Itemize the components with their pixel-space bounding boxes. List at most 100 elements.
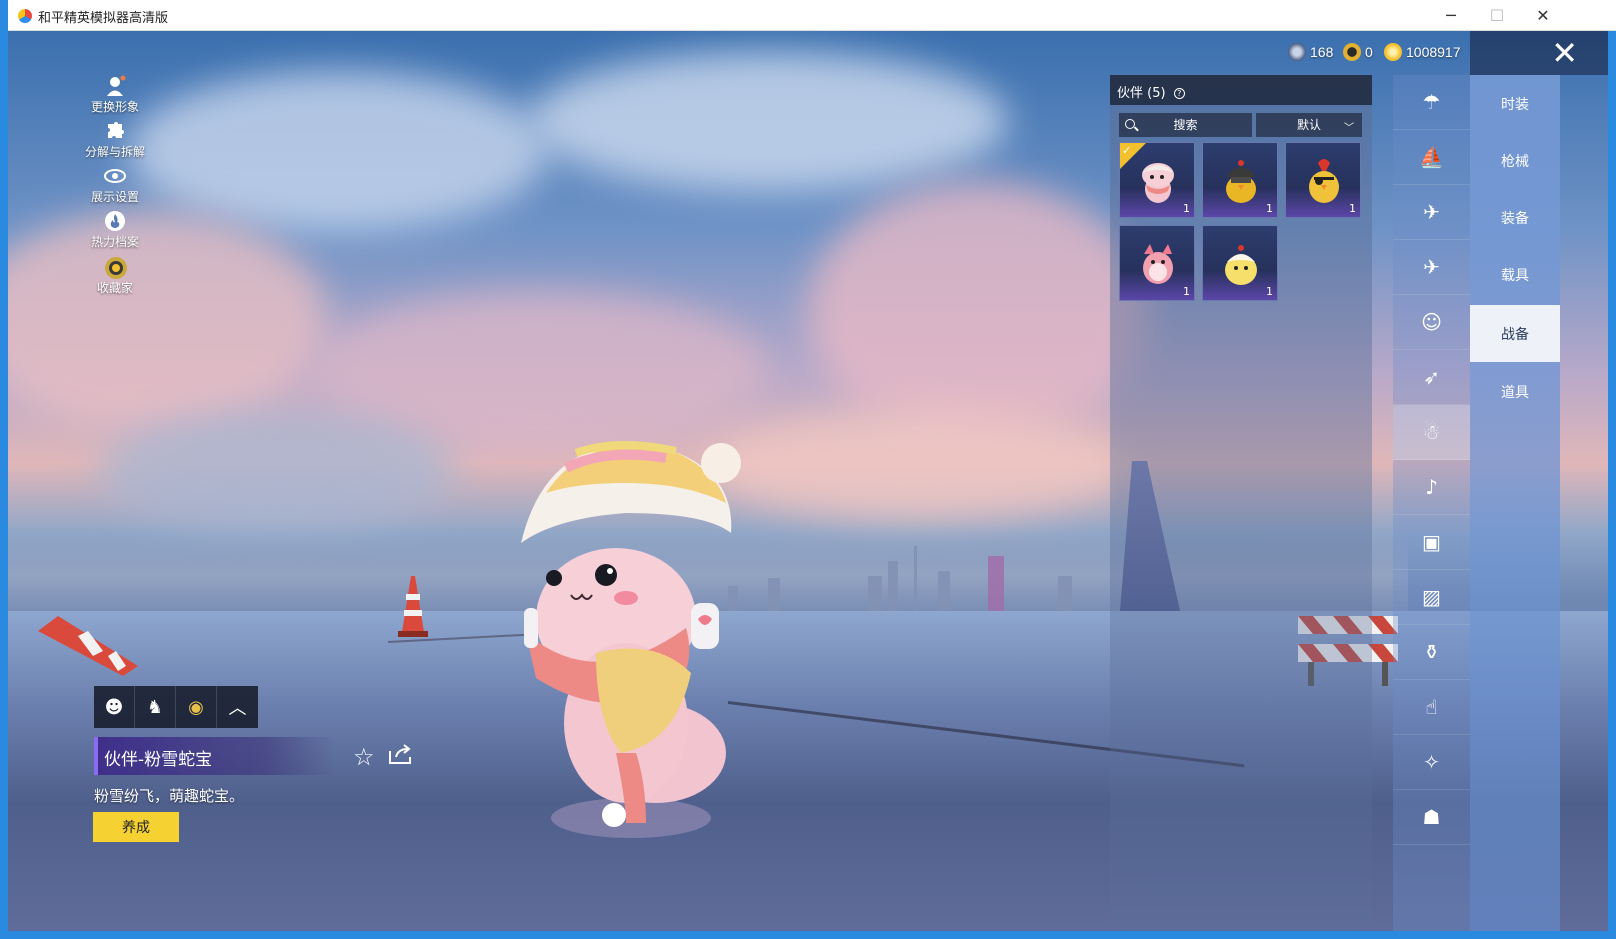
subcat-plane[interactable]: ✈ [1393, 240, 1470, 295]
emote-button[interactable]: ☻ [94, 686, 135, 728]
cloud [708, 411, 1128, 521]
pose-button[interactable]: ♞ [135, 686, 176, 728]
coin-display-button[interactable]: ◉ [176, 686, 217, 728]
subcat-boat[interactable]: ⛵ [1393, 130, 1470, 185]
raise-button[interactable]: 养成 [93, 812, 179, 842]
search-input[interactable]: 搜索 [1119, 113, 1252, 137]
category-fashion[interactable]: 时装 [1470, 75, 1560, 132]
window-close-button[interactable]: ✕ [1520, 0, 1566, 30]
slot-count: 1 [1183, 285, 1190, 298]
subcat-hand[interactable]: ☝ [1393, 680, 1470, 735]
item-name: 伙伴-粉雪蛇宝 [104, 750, 213, 770]
decompose-label: 分解与拆解 [84, 145, 145, 159]
cloud [98, 411, 458, 531]
help-icon[interactable]: ? [1173, 88, 1185, 99]
subcat-glider[interactable]: ➶ [1393, 350, 1470, 405]
subcat-parachute[interactable]: ☂ [1393, 75, 1470, 130]
item-description: 粉雪纷飞，萌趣蛇宝。 [94, 787, 245, 805]
cloud [808, 181, 1148, 441]
parachute-icon: ☂ [1422, 90, 1441, 114]
partner-slot-yellow-chick[interactable]: 1 [1202, 225, 1278, 301]
display-settings-button[interactable]: 展示设置 [80, 165, 150, 205]
minimize-button[interactable]: ─ [1428, 0, 1474, 30]
sort-dropdown[interactable]: 默认 ﹀ [1256, 113, 1362, 137]
subcat-speaker[interactable]: ♪ [1393, 460, 1470, 515]
favorite-star-icon[interactable]: ☆ [353, 743, 375, 771]
boat-icon: ⛵ [1419, 145, 1444, 169]
glider-icon: ➶ [1423, 365, 1440, 389]
close-button[interactable]: ✕ [1470, 31, 1608, 75]
extinguisher-icon: ⚱ [1423, 640, 1440, 664]
sort-label: 默认 [1296, 118, 1321, 132]
yellow-chick-pet-icon [1225, 245, 1257, 285]
share-icon[interactable] [388, 743, 414, 765]
category-combat-prep[interactable]: 战备 [1470, 305, 1560, 362]
eye-icon [104, 165, 126, 187]
cloud [128, 71, 548, 231]
pose-icon: ♞ [146, 696, 164, 718]
sparkle-icon: ✧ [1423, 750, 1440, 774]
heat-archive-label: 热力档案 [90, 235, 139, 249]
subcat-robot[interactable]: ▣ [1393, 515, 1470, 570]
subcat-drone[interactable]: ✈ [1393, 185, 1470, 240]
hand-icon: ☝ [1425, 695, 1438, 719]
pink-bird-pet-icon [1143, 244, 1173, 284]
traffic-cone [398, 576, 428, 637]
gold-coin-icon [1384, 43, 1402, 61]
person-icon [104, 75, 126, 97]
subcat-hat[interactable]: ☗ [1393, 790, 1470, 845]
selected-check-icon: ✓ [1120, 143, 1146, 169]
a-coin-icon [1343, 43, 1361, 61]
coin-display-icon: ◉ [188, 696, 204, 718]
chevron-down-icon: ﹀ [1344, 123, 1354, 134]
partner-character [521, 440, 741, 838]
cloud [8, 211, 328, 431]
plane-icon: ✈ [1423, 255, 1440, 279]
decompose-button[interactable]: 分解与拆解 [80, 120, 150, 160]
subcat-sparkle[interactable]: ✧ [1393, 735, 1470, 790]
category-vehicles[interactable]: 载具 [1470, 246, 1560, 303]
heat-archive-button[interactable]: 热力档案 [80, 210, 150, 250]
collector-label: 收藏家 [96, 281, 133, 295]
character-action-bar: ☻ ♞ ◉ ︿ [94, 686, 258, 728]
globe-coin-amount: 168 [1310, 44, 1334, 60]
globe-coin-icon [1288, 43, 1306, 61]
partner-panel-title: 伙伴 (5) [1117, 86, 1166, 101]
emote-icon: ☻ [104, 696, 124, 718]
currency-gold: 1008917 [1384, 43, 1461, 61]
slot-count: 1 [1349, 202, 1356, 215]
search-icon [1125, 119, 1135, 129]
badge-icon [104, 256, 127, 279]
partner-panel: 伙伴 (5) ? 搜索 默认 ﹀ ✓ 1 1 1 1 1 [1110, 75, 1372, 931]
gold-coin-amount: 1008917 [1406, 44, 1461, 60]
category-sidebar: 时装 枪械 装备 载具 战备 道具 [1470, 75, 1560, 931]
subcat-picture[interactable]: ▨ [1393, 570, 1470, 625]
partner-slot-helmet-chick[interactable]: 1 [1202, 142, 1278, 218]
partner-slot-pirate-chick[interactable]: 1 [1285, 142, 1361, 218]
display-settings-label: 展示设置 [90, 190, 139, 204]
partner-panel-header: 伙伴 (5) ? [1110, 75, 1372, 105]
partner-slot-pink-bird[interactable]: 1 [1119, 225, 1195, 301]
currency-globe: 168 [1288, 43, 1333, 61]
title-bar: 和平精英模拟器高清版 ─ ☐ ✕ [8, 0, 1616, 31]
category-equipment[interactable]: 装备 [1470, 189, 1560, 246]
subcat-face[interactable]: ☺ [1393, 295, 1470, 350]
expand-button[interactable]: ︿ [217, 686, 258, 728]
partner-slot-snake[interactable]: ✓ 1 [1119, 142, 1195, 218]
game-viewport: 更换形象 分解与拆解 展示设置 热力档案 收藏家 168 0 1008917 ✕… [8, 31, 1608, 931]
app-logo-icon [18, 9, 32, 23]
window-title: 和平精英模拟器高清版 [38, 11, 169, 26]
category-props[interactable]: 道具 [1470, 363, 1560, 420]
subcat-extinguisher[interactable]: ⚱ [1393, 625, 1470, 680]
helmet-chick-pet-icon [1226, 160, 1256, 203]
slot-count: 1 [1266, 285, 1273, 298]
change-appearance-button[interactable]: 更换形象 [80, 75, 150, 115]
collector-button[interactable]: 收藏家 [80, 256, 150, 296]
category-guns[interactable]: 枪械 [1470, 132, 1560, 189]
maximize-button[interactable]: ☐ [1474, 0, 1520, 30]
cloud [528, 51, 1008, 191]
subcat-partner[interactable]: ☃ [1393, 405, 1470, 460]
slot-count: 1 [1266, 202, 1273, 215]
hat-icon: ☗ [1422, 805, 1441, 829]
pirate-chick-pet-icon [1309, 159, 1339, 203]
